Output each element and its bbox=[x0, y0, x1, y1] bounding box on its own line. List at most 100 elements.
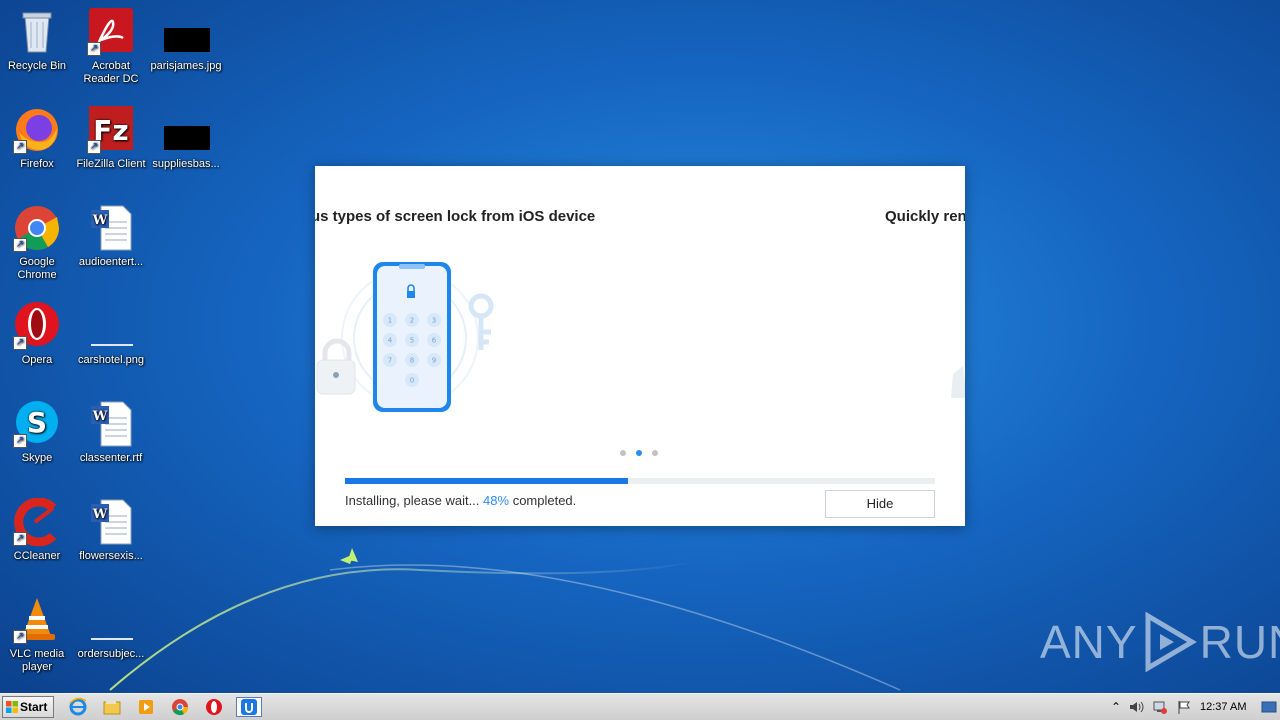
file-icon bbox=[87, 596, 135, 644]
desktop-icon-label: VLC media player bbox=[9, 648, 65, 673]
folder-icon bbox=[103, 700, 121, 715]
slide-title-next: Quickly ren bbox=[885, 208, 965, 225]
desktop-icon-recycle-bin[interactable]: Recycle Bin bbox=[0, 8, 74, 73]
taskbar-opera[interactable] bbox=[204, 697, 226, 717]
desktop-icon-filezilla[interactable]: Fz ↗ FileZilla Client bbox=[74, 106, 148, 171]
chrome-icon: ↗ bbox=[13, 204, 61, 252]
firefox-icon: ↗ bbox=[13, 106, 61, 154]
carousel-dot[interactable] bbox=[652, 450, 658, 456]
taskbar-media-player[interactable] bbox=[136, 697, 158, 717]
desktop-icon-parisjames[interactable]: parisjames.jpg bbox=[149, 8, 223, 73]
play-logo-icon bbox=[1145, 612, 1197, 672]
shortcut-arrow-icon: ↗ bbox=[13, 336, 27, 350]
desktop-icon-label: audioentert... bbox=[78, 256, 144, 268]
installer-dialog: us types of screen lock from iOS device … bbox=[315, 166, 965, 526]
desktop-icon-label: Google Chrome bbox=[17, 256, 57, 281]
install-progress-bar bbox=[345, 478, 935, 484]
word-document-icon: W bbox=[87, 400, 135, 448]
key-icon bbox=[468, 293, 494, 350]
desktop-icon-label: Acrobat Reader DC bbox=[83, 60, 139, 85]
desktop-icon-audioentert[interactable]: W audioentert... bbox=[74, 204, 148, 269]
desktop-icon-label: Opera bbox=[21, 354, 53, 366]
desktop-icon-ccleaner[interactable]: ↗ CCleaner bbox=[0, 497, 74, 563]
desktop-icon-label: parisjames.jpg bbox=[150, 60, 222, 72]
desktop-icon-label: classenter.rtf bbox=[79, 452, 143, 464]
watermark-right: RUN bbox=[1199, 616, 1280, 668]
desktop-icon-skype[interactable]: S ↗ Skype bbox=[0, 400, 74, 465]
keypad-digit: 5 bbox=[410, 337, 414, 345]
desktop-icon-label: Recycle Bin bbox=[7, 60, 67, 72]
install-progress-fill bbox=[345, 478, 629, 484]
volume-icon[interactable] bbox=[1128, 699, 1144, 715]
desktop-icon-vlc[interactable]: ↗ VLC media player bbox=[0, 596, 74, 674]
keypad-digit: 6 bbox=[432, 337, 437, 345]
file-icon bbox=[162, 106, 210, 154]
taskbar-explorer[interactable] bbox=[102, 697, 124, 717]
svg-text:W: W bbox=[92, 507, 108, 522]
desktop-icon-label: ordersubjec... bbox=[77, 648, 145, 660]
internet-explorer-icon bbox=[69, 697, 87, 716]
desktop-icon-label: Skype bbox=[21, 452, 53, 464]
desktop-icon-label: CCleaner bbox=[13, 550, 61, 562]
desktop-icon-classenter[interactable]: W classenter.rtf bbox=[74, 400, 148, 465]
keypad-digit: 9 bbox=[432, 357, 436, 365]
desktop-icon-firefox[interactable]: ↗ Firefox bbox=[0, 106, 74, 171]
desktop-icon-label: suppliesbas... bbox=[152, 158, 220, 170]
keypad-digit: 4 bbox=[388, 337, 393, 345]
desktop-icon-suppliesbas[interactable]: suppliesbas... bbox=[149, 106, 223, 171]
desktop-icon-acrobat[interactable]: ↗ Acrobat Reader DC bbox=[74, 8, 148, 86]
word-document-icon: W bbox=[87, 204, 135, 252]
carousel-dots bbox=[620, 450, 658, 456]
network-icon[interactable] bbox=[1152, 699, 1168, 715]
desktop-icon-opera[interactable]: ↗ Opera bbox=[0, 302, 74, 367]
status-suffix: completed. bbox=[512, 493, 577, 508]
clock[interactable]: 12:37 AM bbox=[1200, 701, 1246, 713]
show-desktop-icon[interactable] bbox=[1260, 699, 1278, 715]
desktop-icon-flowersexis[interactable]: W flowersexis... bbox=[74, 498, 148, 563]
desktop-icon-label: carshotel.png bbox=[77, 354, 145, 366]
desktop-icon-chrome[interactable]: ↗ Google Chrome bbox=[0, 204, 74, 282]
action-center-flag-icon[interactable] bbox=[1176, 699, 1192, 715]
image-file-icon bbox=[87, 302, 135, 350]
slide-title-current: us types of screen lock from iOS device bbox=[315, 208, 596, 225]
recycle-bin-icon bbox=[13, 8, 61, 56]
carousel-dot[interactable] bbox=[620, 450, 626, 456]
show-hidden-icons-chevron-icon[interactable]: ⌃ bbox=[1108, 699, 1124, 715]
status-prefix: Installing, please wait... bbox=[345, 493, 480, 508]
desktop-icon-label: flowersexis... bbox=[79, 550, 143, 562]
taskbar-internet-explorer[interactable] bbox=[68, 697, 90, 717]
skype-icon: S ↗ bbox=[13, 400, 61, 448]
phone-unlock-illustration: 1 2 3 4 5 6 7 8 9 0 bbox=[316, 262, 494, 412]
ccleaner-icon: ↗ bbox=[13, 497, 61, 547]
image-file-icon bbox=[162, 8, 210, 56]
shortcut-arrow-icon: ↗ bbox=[13, 434, 27, 448]
acrobat-icon: ↗ bbox=[87, 8, 135, 56]
next-slide-illustration bbox=[951, 366, 965, 398]
keypad-digit: 1 bbox=[388, 317, 392, 325]
keypad-digit: 7 bbox=[388, 357, 392, 365]
taskbar-chrome[interactable] bbox=[170, 697, 192, 717]
desktop-icon-carshotel[interactable]: carshotel.png bbox=[74, 302, 148, 367]
vlc-cone-icon: ↗ bbox=[13, 596, 61, 644]
word-document-icon: W bbox=[87, 498, 135, 546]
svg-text:S: S bbox=[27, 406, 47, 439]
hide-button[interactable]: Hide bbox=[825, 490, 935, 518]
keypad-digit: 3 bbox=[432, 317, 436, 325]
shortcut-arrow-icon: ↗ bbox=[13, 140, 27, 154]
opera-icon bbox=[206, 699, 222, 715]
svg-text:W: W bbox=[92, 409, 108, 424]
start-button[interactable]: Start bbox=[2, 696, 54, 718]
start-label: Start bbox=[20, 700, 48, 714]
opera-icon: ↗ bbox=[13, 302, 61, 350]
media-player-icon bbox=[139, 700, 153, 714]
desktop-icon-ordersubjec[interactable]: ordersubjec... bbox=[74, 596, 148, 661]
taskbar: Start ⌃ 12:37 AM bbox=[0, 693, 1280, 720]
anyrun-watermark: ANY RUN bbox=[1040, 612, 1280, 672]
chrome-icon bbox=[172, 699, 189, 716]
carousel-dot-active[interactable] bbox=[636, 450, 642, 456]
keypad-digit: 0 bbox=[410, 377, 414, 385]
keypad-digit: 8 bbox=[410, 357, 414, 365]
shortcut-arrow-icon: ↗ bbox=[87, 140, 101, 154]
windows-logo-icon bbox=[6, 701, 18, 713]
taskbar-installer-app[interactable] bbox=[236, 697, 262, 717]
